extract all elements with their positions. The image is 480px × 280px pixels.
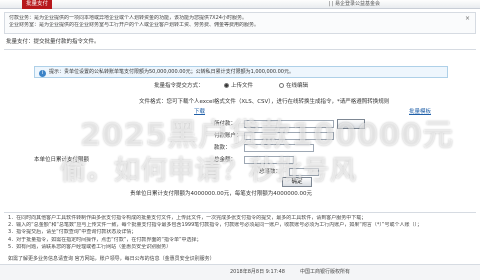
note-4: 4．对于批量指令，如需在指定时间操作，点击“付款”，在付款界面的“指令单”中选择… bbox=[8, 236, 202, 243]
confirm-button[interactable]: 确定 bbox=[282, 177, 312, 187]
notes-panel: 1．在同时向其他客户工具软件转制作由多张支付指令构成的批量支付文件，上传此文件，… bbox=[4, 212, 476, 256]
radio-online-label: 在线编辑 bbox=[286, 83, 309, 89]
amount-input[interactable] bbox=[244, 144, 314, 152]
method-label: 批量指令提交方式： bbox=[154, 83, 204, 89]
account-input[interactable] bbox=[244, 132, 334, 140]
footer-info: 如需了解更多业务信息请查询 官方网站，账户领导，每日公布的信息（金惠员安全识别服… bbox=[8, 256, 215, 262]
note-2: 2．输入的“总金额”和“总笔数”应与上传文件一致，每个批量支付指令最多包含199… bbox=[8, 222, 422, 229]
row3-label: 款款： bbox=[214, 145, 231, 151]
note-3: 3．指令提交后，请至“付款查询”中查询付款状态及详情； bbox=[8, 229, 137, 236]
radio-online-dot[interactable] bbox=[279, 83, 284, 88]
hint-text: 提示：贵单位设置的公私转账单笔支付限额为50,000,000.00元；公转私日累… bbox=[49, 69, 294, 75]
row2-label: 付款账户： bbox=[214, 133, 242, 139]
template-link[interactable]: 批量模板 bbox=[409, 108, 431, 116]
breadcrumb: 批量支付：提交批量付款的指令文件。 bbox=[6, 39, 100, 45]
top-bar: 批量支付 | | 易企登录公益基金会 bbox=[0, 0, 480, 9]
intro-line-2: 企业财务室：是为企业提供的在企业财务室与工行开户的个人或企业客户划转工资、劳务费… bbox=[9, 22, 260, 28]
download-link[interactable]: 下载 bbox=[194, 108, 205, 116]
row4-label: 总金额： bbox=[214, 157, 237, 163]
daily-limit-text: 贵单位日累计支付限额为4000000.00元，每笔支付限额为4000000.00… bbox=[130, 191, 312, 197]
note-5: 5．如有问题，请联系您的客户经理或者工行网站（金惠员安全识别服务） bbox=[8, 243, 172, 250]
intro-panel: 付款业务：是为企业提供的一项同本地或异地企业或个人划转资金的功能，该功能为您提供… bbox=[4, 12, 476, 34]
intro-line-1: 付款业务：是为企业提供的一项同本地或异地企业或个人划转资金的功能，该功能为您提供… bbox=[9, 15, 247, 21]
tab-batch-payment[interactable]: 批量支付 bbox=[22, 0, 52, 9]
footer: 2018年8月8日 9:17:48 中国工商银行版权所有 bbox=[0, 264, 480, 280]
info-icon: i bbox=[39, 70, 46, 77]
radio-upload[interactable]: 上传文件 bbox=[224, 82, 253, 90]
file-input[interactable] bbox=[244, 120, 334, 128]
browse-button[interactable] bbox=[337, 119, 365, 129]
batch-form: 批量指令提交方式： 上传文件 在线编辑 文件格式：您可下载个人excel格式文件… bbox=[34, 82, 448, 190]
radio-online[interactable]: 在线编辑 bbox=[279, 82, 308, 90]
footer-time: 2018年8月8日 9:17:48 bbox=[230, 269, 285, 275]
close-icon[interactable]: × bbox=[464, 15, 471, 22]
limit-hint: i 提示：贵单位设置的公私转账单笔支付限额为50,000,000.00元；公转私日… bbox=[34, 66, 448, 78]
side-label: 本单位日累计支付限额 bbox=[34, 157, 90, 163]
divider bbox=[4, 49, 476, 50]
footer-bank: 中国工商银行版权所有 bbox=[300, 269, 351, 275]
ebank-page: 批量支付 | | 易企登录公益基金会 付款业务：是为企业提供的一项同本地或异地企… bbox=[0, 0, 480, 280]
top-right-text: | | 易企登录公益基金会 bbox=[328, 1, 380, 7]
total-amount-input[interactable] bbox=[244, 156, 294, 164]
radio-upload-label: 上传文件 bbox=[231, 83, 254, 89]
total-count-input[interactable] bbox=[289, 168, 319, 176]
note-1: 1．在同时向其他客户工具软件转制作由多张支付指令构成的批量支付文件，上传此文件，… bbox=[8, 215, 367, 221]
row1-label: 所付款： bbox=[214, 121, 237, 127]
file-note: 文件格式：您可下载个人excel格式文件（XLS、CSV），进行在线转换生成指令… bbox=[139, 99, 390, 105]
radio-upload-dot[interactable] bbox=[224, 83, 229, 88]
row5-label: 总笔数： bbox=[259, 169, 282, 175]
